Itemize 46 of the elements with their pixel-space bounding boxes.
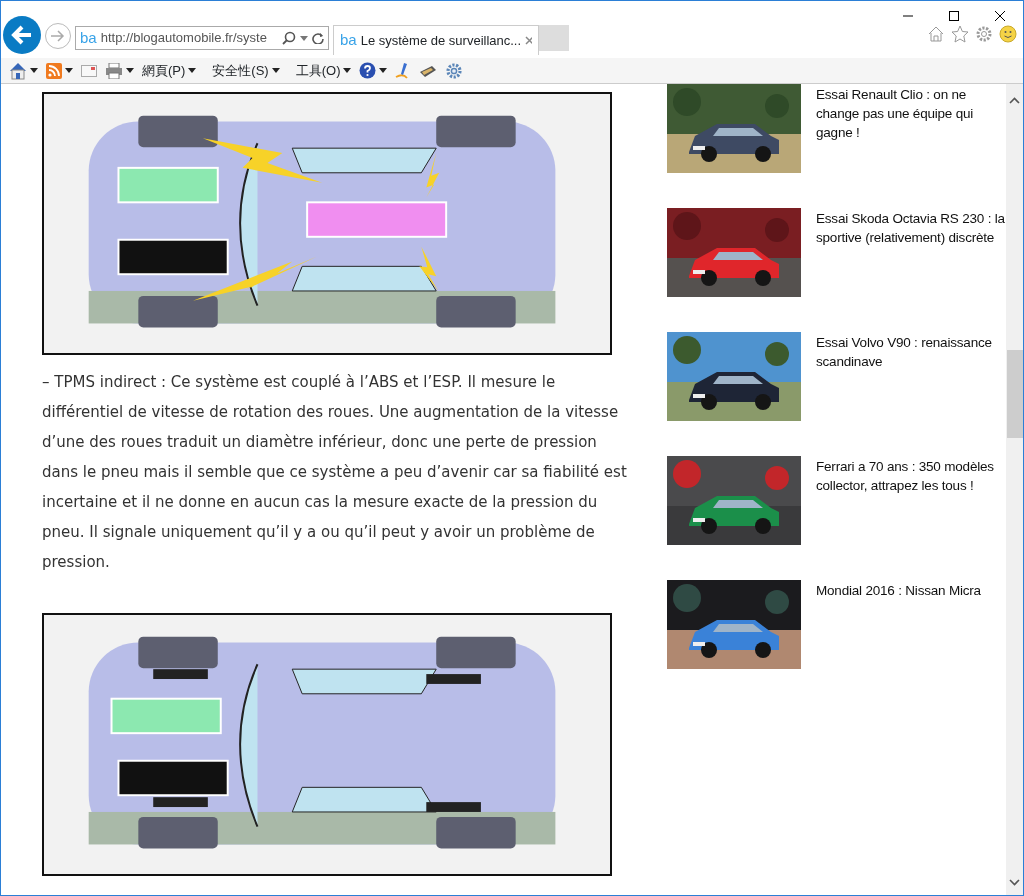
caret-icon bbox=[65, 68, 73, 73]
menu-button[interactable]: 工具(O) bbox=[295, 60, 352, 81]
refresh-icon bbox=[312, 32, 324, 44]
browser-tab[interactable]: ba Le système de surveillanc... bbox=[333, 25, 539, 55]
caret-icon bbox=[126, 68, 134, 73]
scrollbar-thumb[interactable] bbox=[1007, 350, 1023, 438]
site-icon: ba bbox=[340, 29, 357, 52]
help-button[interactable] bbox=[359, 62, 388, 79]
site-icon: ba bbox=[80, 26, 97, 50]
settings-icon[interactable] bbox=[445, 61, 464, 80]
maximize-icon bbox=[948, 10, 960, 22]
menu-button[interactable]: 網頁(P) bbox=[142, 60, 197, 81]
back-arrow-icon bbox=[11, 25, 33, 45]
post-title-link[interactable]: Essai Skoda Octavia RS 230 : la sportive (relativement) discrète bbox=[816, 209, 1006, 332]
caret-icon bbox=[271, 68, 280, 73]
mail-icon[interactable] bbox=[81, 64, 97, 77]
back-button[interactable] bbox=[3, 16, 41, 54]
address-bar[interactable]: ba http://blogautomobile.fr/syste bbox=[75, 26, 329, 50]
forward-arrow-icon bbox=[50, 29, 66, 43]
close-icon bbox=[525, 36, 532, 45]
tool-icon[interactable] bbox=[419, 63, 438, 78]
home-icon[interactable] bbox=[927, 25, 945, 43]
house-icon bbox=[9, 61, 27, 80]
post-title-link[interactable]: Ferrari a 70 ans : 350 modèles collector, attrapez les tous ! bbox=[816, 457, 1006, 580]
help-icon bbox=[359, 62, 377, 79]
post-title-link[interactable]: Essai Volvo V90 : renaissance scandinave bbox=[816, 333, 1006, 456]
caret-icon bbox=[30, 68, 38, 73]
close-icon bbox=[994, 10, 1006, 22]
feeds-button[interactable] bbox=[46, 62, 73, 79]
star-icon[interactable] bbox=[951, 25, 969, 43]
search-icon bbox=[282, 31, 296, 45]
home-button[interactable] bbox=[9, 61, 38, 80]
caret-icon bbox=[343, 68, 352, 73]
article-paragraph: – TPMS indirect : Ce système est couplé à l’ABS et l’ESP. Il mesure le différentiel de vitesse de rotation des roues. Une augmentation de la vitesse d’une des roues traduit un diamètre inférieur, donc une perte de pression dans le pneu mais il semble que ce système a peu d’avenir car sa fiabilité est incertaine et il ne donne en aucun cas la mesure exacte de la pression du pneu. Il signale uniquement qu’il y a ou qu’il peut y avoir un problème de pression. bbox=[42, 372, 628, 573]
smiley-icon[interactable] bbox=[999, 25, 1017, 43]
settings-icon[interactable] bbox=[975, 25, 993, 43]
caret-icon bbox=[188, 68, 197, 73]
caret-icon bbox=[379, 68, 388, 73]
caret-icon bbox=[300, 35, 308, 41]
scrollbar[interactable] bbox=[1006, 84, 1023, 895]
feed-icon bbox=[46, 62, 62, 79]
post-title-link[interactable]: Mondial 2016 : Nissan Micra bbox=[816, 581, 1006, 704]
printer-icon bbox=[105, 62, 123, 79]
print-button[interactable] bbox=[105, 62, 134, 79]
menu-button[interactable]: 安全性(S) bbox=[212, 60, 280, 81]
post-title-link[interactable]: Essai Renault Clio : on ne change pas une équipe qui gagne ! bbox=[816, 85, 1006, 208]
